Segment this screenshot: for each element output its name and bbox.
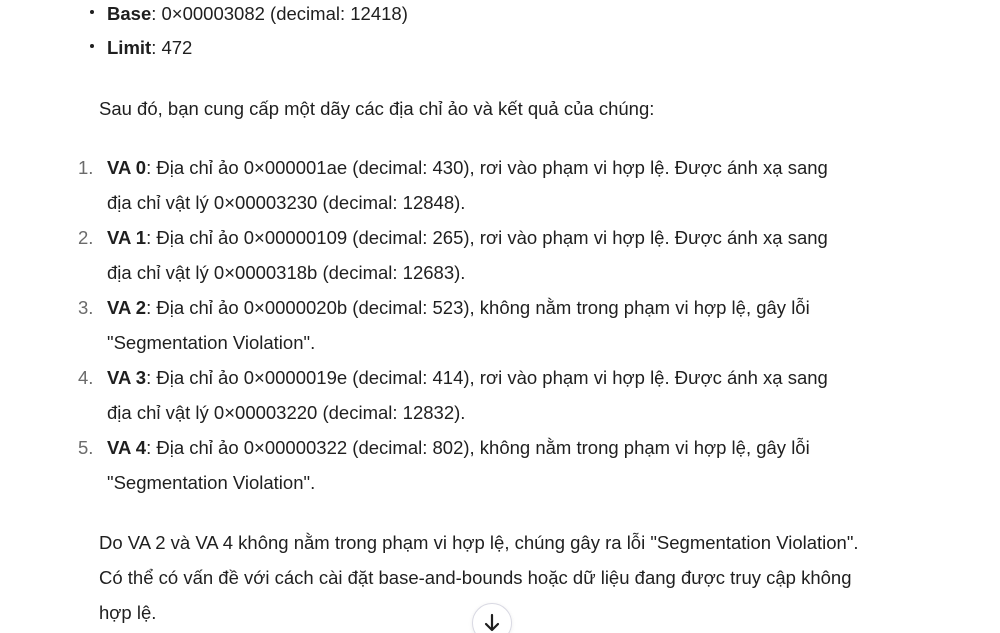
limit-label: Limit bbox=[107, 37, 152, 58]
va-description: : Địa chỉ ảo 0×000001ae (decimal: 430), … bbox=[146, 157, 828, 178]
summary-list: Base: 0×00003082 (decimal: 12418) Limit:… bbox=[88, 0, 408, 68]
list-item: 3. VA 2: Địa chỉ ảo 0×0000020b (decimal:… bbox=[78, 290, 878, 360]
list-item: Base: 0×00003082 (decimal: 12418) bbox=[88, 0, 408, 34]
list-item: 5. VA 4: Địa chỉ ảo 0×00000322 (decimal:… bbox=[78, 430, 878, 500]
va-description: : Địa chỉ ảo 0×00000322 (decimal: 802), … bbox=[146, 437, 810, 458]
va-label: VA 1 bbox=[107, 227, 147, 248]
list-item: 1. VA 0: Địa chỉ ảo 0×000001ae (decimal:… bbox=[78, 150, 878, 220]
list-number: 1. bbox=[78, 157, 94, 178]
va-description-cont: địa chỉ vật lý 0×00003230 (decimal: 1284… bbox=[107, 192, 466, 213]
list-item: Limit: 472 bbox=[88, 34, 408, 68]
va-label: VA 3 bbox=[107, 367, 147, 388]
va-description-cont: "Segmentation Violation". bbox=[107, 332, 316, 353]
intro-paragraph: Sau đó, bạn cung cấp một dãy các địa chỉ… bbox=[99, 98, 655, 119]
base-label: Base bbox=[107, 3, 152, 24]
chat-message-content: Base: 0×00003082 (decimal: 12418) Limit:… bbox=[0, 0, 1000, 633]
va-description: : Địa chỉ ảo 0×00000109 (decimal: 265), … bbox=[146, 227, 828, 248]
va-description: : Địa chỉ ảo 0×0000019e (decimal: 414), … bbox=[146, 367, 828, 388]
va-label: VA 2 bbox=[107, 297, 147, 318]
results-list: 1. VA 0: Địa chỉ ảo 0×000001ae (decimal:… bbox=[78, 150, 878, 500]
va-label: VA 0 bbox=[107, 157, 147, 178]
list-number: 5. bbox=[78, 437, 94, 458]
list-number: 3. bbox=[78, 297, 94, 318]
va-description-cont: địa chỉ vật lý 0×00003220 (decimal: 1283… bbox=[107, 402, 466, 423]
list-number: 4. bbox=[78, 367, 94, 388]
va-description: : Địa chỉ ảo 0×0000020b (decimal: 523), … bbox=[146, 297, 810, 318]
va-description-cont: "Segmentation Violation". bbox=[107, 472, 316, 493]
va-description-cont: địa chỉ vật lý 0×0000318b (decimal: 1268… bbox=[107, 262, 466, 283]
list-item: 4. VA 3: Địa chỉ ảo 0×0000019e (decimal:… bbox=[78, 360, 878, 430]
arrow-down-icon bbox=[484, 613, 500, 632]
base-value: : 0×00003082 (decimal: 12418) bbox=[151, 3, 408, 24]
va-label: VA 4 bbox=[107, 437, 147, 458]
list-item: 2. VA 1: Địa chỉ ảo 0×00000109 (decimal:… bbox=[78, 220, 878, 290]
list-number: 2. bbox=[78, 227, 94, 248]
limit-value: : 472 bbox=[151, 37, 193, 58]
